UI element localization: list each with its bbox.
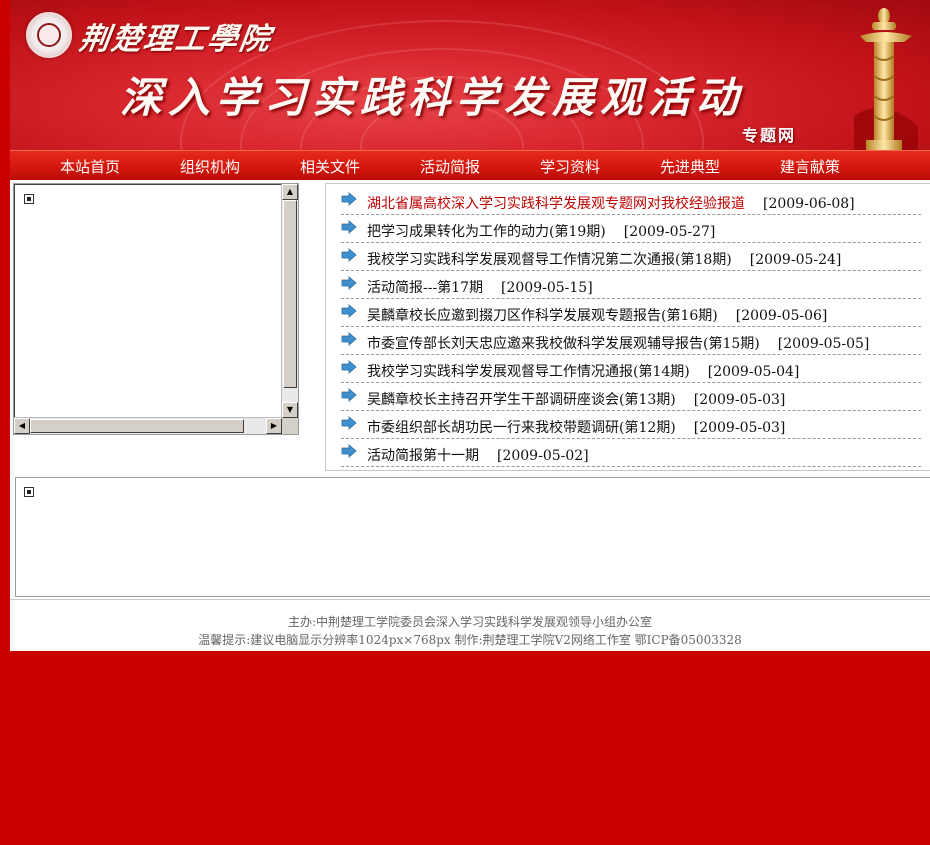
news-date: [2009-05-03] [693, 420, 786, 436]
banner-title: 深入学习实践科学发展观活动 [120, 73, 745, 122]
news-title[interactable]: 我校学习实践科学发展观督导工作情况通报(第14期) [2009-05-04] [367, 361, 799, 381]
lower-content-panel [15, 477, 930, 597]
arrow-right-icon [341, 220, 357, 234]
scroll-right-button[interactable]: ▶ [266, 418, 282, 434]
news-item[interactable]: 把学习成果转化为工作的动力(第19期) [2009-05-27] [341, 215, 921, 243]
news-date: [2009-05-24] [749, 252, 842, 268]
arrow-right-icon [341, 304, 357, 318]
nav-suggestions[interactable]: 建言献策 [780, 156, 840, 177]
arrow-right-icon [341, 416, 357, 430]
news-title[interactable]: 市委组织部长胡功民一行来我校带题调研(第12期) [2009-05-03] [367, 417, 785, 437]
header-banner: 荆楚理工學院 深入学习实践科学发展观活动 专题网 [10, 0, 930, 150]
news-date: [2009-05-15] [501, 280, 593, 296]
news-title[interactable]: 把学习成果转化为工作的动力(第19期) [2009-05-27] [367, 221, 715, 241]
news-item[interactable]: 市委组织部长胡功民一行来我校带题调研(第12期) [2009-05-03] [341, 411, 921, 439]
nav-study-materials[interactable]: 学习资料 [540, 156, 600, 177]
news-title[interactable]: 活动简报---第17期 [2009-05-15] [367, 277, 593, 297]
scroll-down-button[interactable]: ▼ [282, 402, 298, 418]
nav-briefings[interactable]: 活动简报 [420, 156, 480, 177]
news-date: [2009-05-05] [777, 336, 870, 352]
bullet-icon [24, 487, 34, 497]
nav-home[interactable]: 本站首页 [60, 156, 120, 177]
scroll-left-button[interactable]: ◀ [14, 418, 30, 434]
arrow-right-icon [341, 444, 357, 458]
horizontal-scrollbar[interactable]: ◀ ▶ [14, 417, 282, 434]
arrow-right-icon [341, 388, 357, 402]
scroll-up-button[interactable]: ▲ [282, 184, 298, 200]
news-item[interactable]: 活动简报---第17期 [2009-05-15] [341, 271, 921, 299]
bullet-icon [24, 194, 34, 204]
arrow-right-icon [341, 276, 357, 290]
left-scroll-panel[interactable]: ▲ ▼ ◀ ▶ [13, 183, 299, 435]
arrow-right-icon [341, 248, 357, 262]
news-item[interactable]: 活动简报第十一期 [2009-05-02] [341, 439, 921, 467]
footer-sponsor: 主办:中荆楚理工学院委员会深入学习实践科学发展观领导小组办公室 [287, 615, 653, 629]
news-list-panel: 湖北省属高校深入学习实践科学发展观专题网对我校经验报道 [2009-06-08] … [325, 183, 930, 471]
banner-subtitle: 专题网 [742, 126, 797, 145]
main-content: ▲ ▼ ◀ ▶ 湖北省属高校深入学习实践科学发展观专题网对我校经验报道 [2009… [10, 180, 930, 651]
news-item[interactable]: 市委宣传部长刘天忠应邀来我校做科学发展观辅导报告(第15期) [2009-05-0… [341, 327, 921, 355]
news-item[interactable]: 我校学习实践科学发展观督导工作情况第二次通报(第18期) [2009-05-24] [341, 243, 921, 271]
scrollbar-corner [282, 418, 298, 434]
news-date: [2009-06-08] [763, 196, 855, 212]
news-title[interactable]: 活动简报第十一期 [2009-05-02] [367, 445, 589, 465]
arrow-right-icon [341, 360, 357, 374]
news-date: [2009-05-06] [735, 308, 828, 324]
news-title[interactable]: 市委宣传部长刘天忠应邀来我校做科学发展观辅导报告(第15期) [2009-05-0… [367, 333, 869, 353]
footer-notice: 温馨提示:建议电脑显示分辨率1024px×768px 制作:荆楚理工学院V2网络… [198, 633, 742, 647]
news-date: [2009-05-04] [707, 364, 800, 380]
news-item[interactable]: 吴麟章校长应邀到掇刀区作科学发展观专题报告(第16期) [2009-05-06] [341, 299, 921, 327]
news-item[interactable]: 吴麟章校长主持召开学生干部调研座谈会(第13期) [2009-05-03] [341, 383, 921, 411]
arrow-right-icon [341, 332, 357, 346]
news-title[interactable]: 吴麟章校长应邀到掇刀区作科学发展观专题报告(第16期) [2009-05-06] [367, 305, 827, 325]
news-item[interactable]: 我校学习实践科学发展观督导工作情况通报(第14期) [2009-05-04] [341, 355, 921, 383]
main-nav: 本站首页 组织机构 相关文件 活动简报 学习资料 先进典型 建言献策 [10, 150, 930, 181]
horizontal-scroll-thumb[interactable] [30, 419, 244, 433]
vertical-scrollbar[interactable]: ▲ ▼ [281, 184, 298, 418]
news-title[interactable]: 湖北省属高校深入学习实践科学发展观专题网对我校经验报道 [2009-06-08] [367, 193, 855, 213]
school-name-logo: 荆楚理工學院 [77, 22, 274, 57]
news-title[interactable]: 我校学习实践科学发展观督导工作情况第二次通报(第18期) [2009-05-24] [367, 249, 841, 269]
page: 荆楚理工學院 深入学习实践科学发展观活动 专题网 本站首页 组织机构 相关文件 … [0, 0, 930, 845]
news-title[interactable]: 吴麟章校长主持召开学生干部调研座谈会(第13期) [2009-05-03] [367, 389, 785, 409]
arrow-right-icon [341, 192, 357, 206]
news-date: [2009-05-27] [623, 224, 716, 240]
school-seal-logo [26, 12, 72, 58]
footer-divider [10, 599, 930, 600]
nav-exemplars[interactable]: 先进典型 [660, 156, 720, 177]
news-item[interactable]: 湖北省属高校深入学习实践科学发展观专题网对我校经验报道 [2009-06-08] [341, 187, 921, 215]
news-date: [2009-05-02] [497, 448, 589, 464]
scroll-thumb[interactable] [283, 200, 297, 388]
nav-documents[interactable]: 相关文件 [300, 156, 360, 177]
nav-organization[interactable]: 组织机构 [180, 156, 240, 177]
left-border [0, 0, 10, 845]
huabiao-pillar-image [854, 8, 918, 150]
news-date: [2009-05-03] [693, 392, 786, 408]
